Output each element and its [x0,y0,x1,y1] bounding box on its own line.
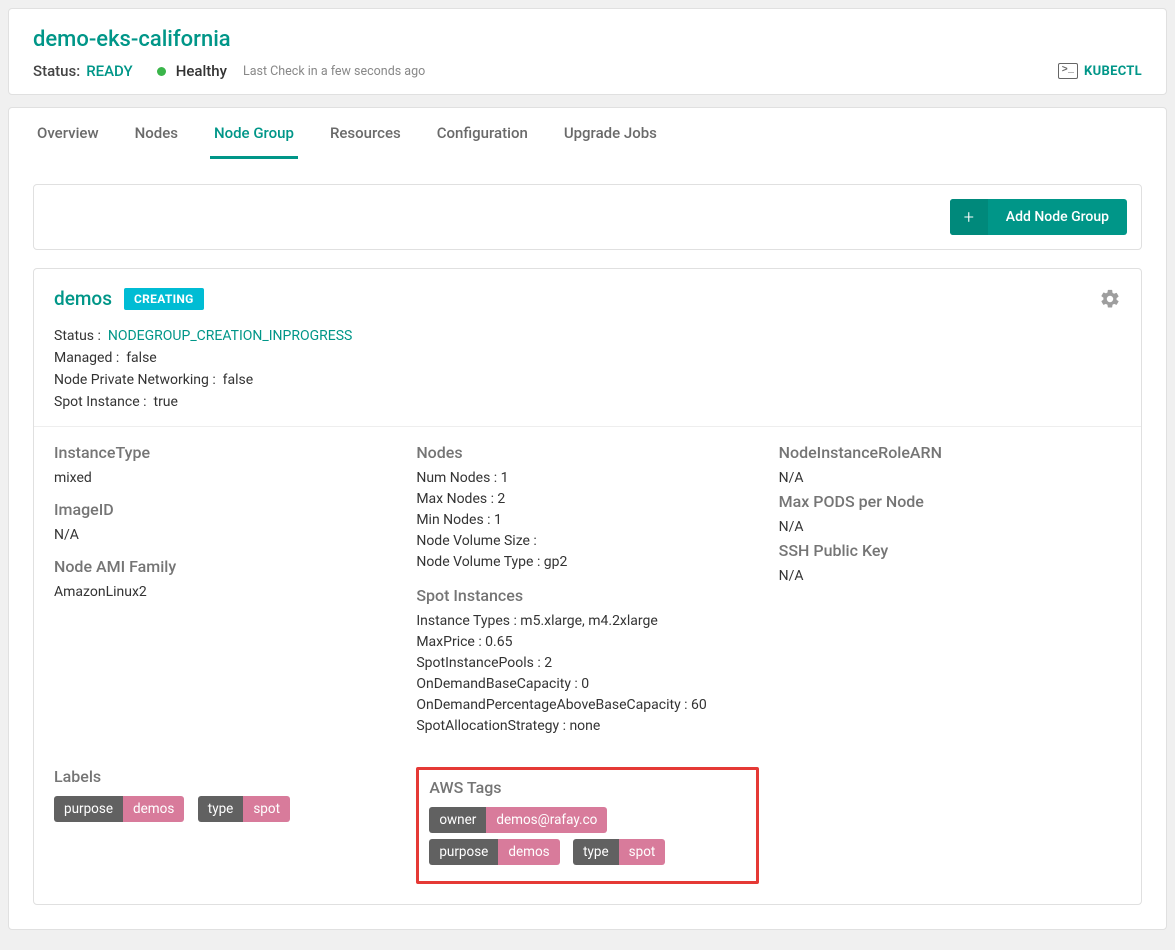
ami-heading: Node AMI Family [54,557,396,576]
kubectl-button[interactable]: >_ KUBECTL [1058,63,1142,79]
plus-icon: + [950,199,988,235]
add-node-group-label: Add Node Group [988,199,1127,235]
status-value: READY [86,62,133,80]
image-id-heading: ImageID [54,500,396,519]
role-value: N/A [779,470,1121,486]
tab-node-group[interactable]: Node Group [210,108,298,159]
gear-icon[interactable] [1099,288,1121,310]
vol-size: Node Volume Size : [416,533,758,549]
spot-max-price: MaxPrice : 0.65 [416,634,758,650]
main-card: Overview Nodes Node Group Resources Conf… [8,107,1167,930]
kubectl-label: KUBECTL [1084,64,1142,79]
aws-tags-block: AWS Tags owner demos@rafay.co purpose de… [416,767,758,884]
ssh-value: N/A [779,568,1121,584]
action-panel: + Add Node Group [33,184,1142,250]
spot-value: true [153,394,177,410]
role-block: NodeInstanceRoleARN N/A Max PODS per Nod… [779,443,1121,739]
tab-overview[interactable]: Overview [33,108,103,159]
label-purpose: purpose demos [54,796,184,822]
ng-status-value: NODEGROUP_CREATION_INPROGRESS [108,328,352,344]
node-group-name: demos [54,287,112,310]
num-nodes: Num Nodes : 1 [416,470,758,486]
node-group-meta: Status : NODEGROUP_CREATION_INPROGRESS M… [34,316,1141,410]
health-dot-icon [157,67,166,76]
spot-strategy: SpotAllocationStrategy : none [416,718,758,734]
managed-label: Managed : [54,350,119,366]
terminal-icon: >_ [1058,63,1078,79]
tab-nodes[interactable]: Nodes [131,108,182,159]
aws-tags-highlight: AWS Tags owner demos@rafay.co purpose de… [416,767,758,884]
vol-type: Node Volume Type : gp2 [416,554,758,570]
instance-type-block: InstanceType mixed ImageID N/A Node AMI … [54,443,396,739]
tab-resources[interactable]: Resources [326,108,405,159]
spot-label: Spot Instance : [54,394,147,410]
label-type: type spot [198,796,290,822]
tabs: Overview Nodes Node Group Resources Conf… [33,108,1142,160]
health-text: Healthy [176,62,227,80]
maxpods-value: N/A [779,519,1121,535]
labels-block: Labels purpose demos type spot [54,767,396,828]
nodes-heading: Nodes [416,443,758,462]
managed-value: false [126,350,157,366]
ondemand-pct: OnDemandPercentageAboveBaseCapacity : 60 [416,697,758,713]
npn-value: false [223,372,254,388]
spec-grid: InstanceType mixed ImageID N/A Node AMI … [34,443,1141,739]
status-badge: CREATING [124,288,204,310]
spot-instance-types: Instance Types : m5.xlarge, m4.2xlarge [416,613,758,629]
tags-grid: Labels purpose demos type spot AWS Tags [34,749,1141,884]
last-check-text: Last Check in a few seconds ago [243,64,425,79]
image-id-value: N/A [54,527,396,543]
spot-pools: SpotInstancePools : 2 [416,655,758,671]
spot-heading: Spot Instances [416,586,758,605]
cluster-header: demo-eks-california Status: READY Health… [8,8,1167,95]
tab-upgrade-jobs[interactable]: Upgrade Jobs [560,108,661,159]
status-row: Status: READY Healthy Last Check in a fe… [33,62,1142,80]
node-group-detail: demos CREATING Status : NODEGROUP_CREATI… [33,268,1142,905]
nodes-block: Nodes Num Nodes : 1 Max Nodes : 2 Min No… [416,443,758,739]
aws-tags-heading: AWS Tags [429,778,745,797]
tab-configuration[interactable]: Configuration [433,108,532,159]
tag-owner: owner demos@rafay.co [429,807,607,833]
labels-list: purpose demos type spot [54,796,396,828]
ssh-heading: SSH Public Key [779,541,1121,560]
instance-type-value: mixed [54,470,396,486]
max-nodes: Max Nodes : 2 [416,491,758,507]
npn-label: Node Private Networking : [54,372,216,388]
cluster-name: demo-eks-california [33,27,1142,52]
instance-type-heading: InstanceType [54,443,396,462]
min-nodes: Min Nodes : 1 [416,512,758,528]
aws-tags-list: owner demos@rafay.co purpose demos type … [429,807,745,871]
ng-status-label: Status : [54,328,101,344]
tag-purpose: purpose demos [429,839,559,865]
tag-type: type spot [573,839,665,865]
add-node-group-button[interactable]: + Add Node Group [950,199,1127,235]
ami-value: AmazonLinux2 [54,584,396,600]
status-label: Status: [33,62,80,80]
ondemand-base: OnDemandBaseCapacity : 0 [416,676,758,692]
labels-heading: Labels [54,767,396,786]
maxpods-heading: Max PODS per Node [779,492,1121,511]
role-heading: NodeInstanceRoleARN [779,443,1121,462]
